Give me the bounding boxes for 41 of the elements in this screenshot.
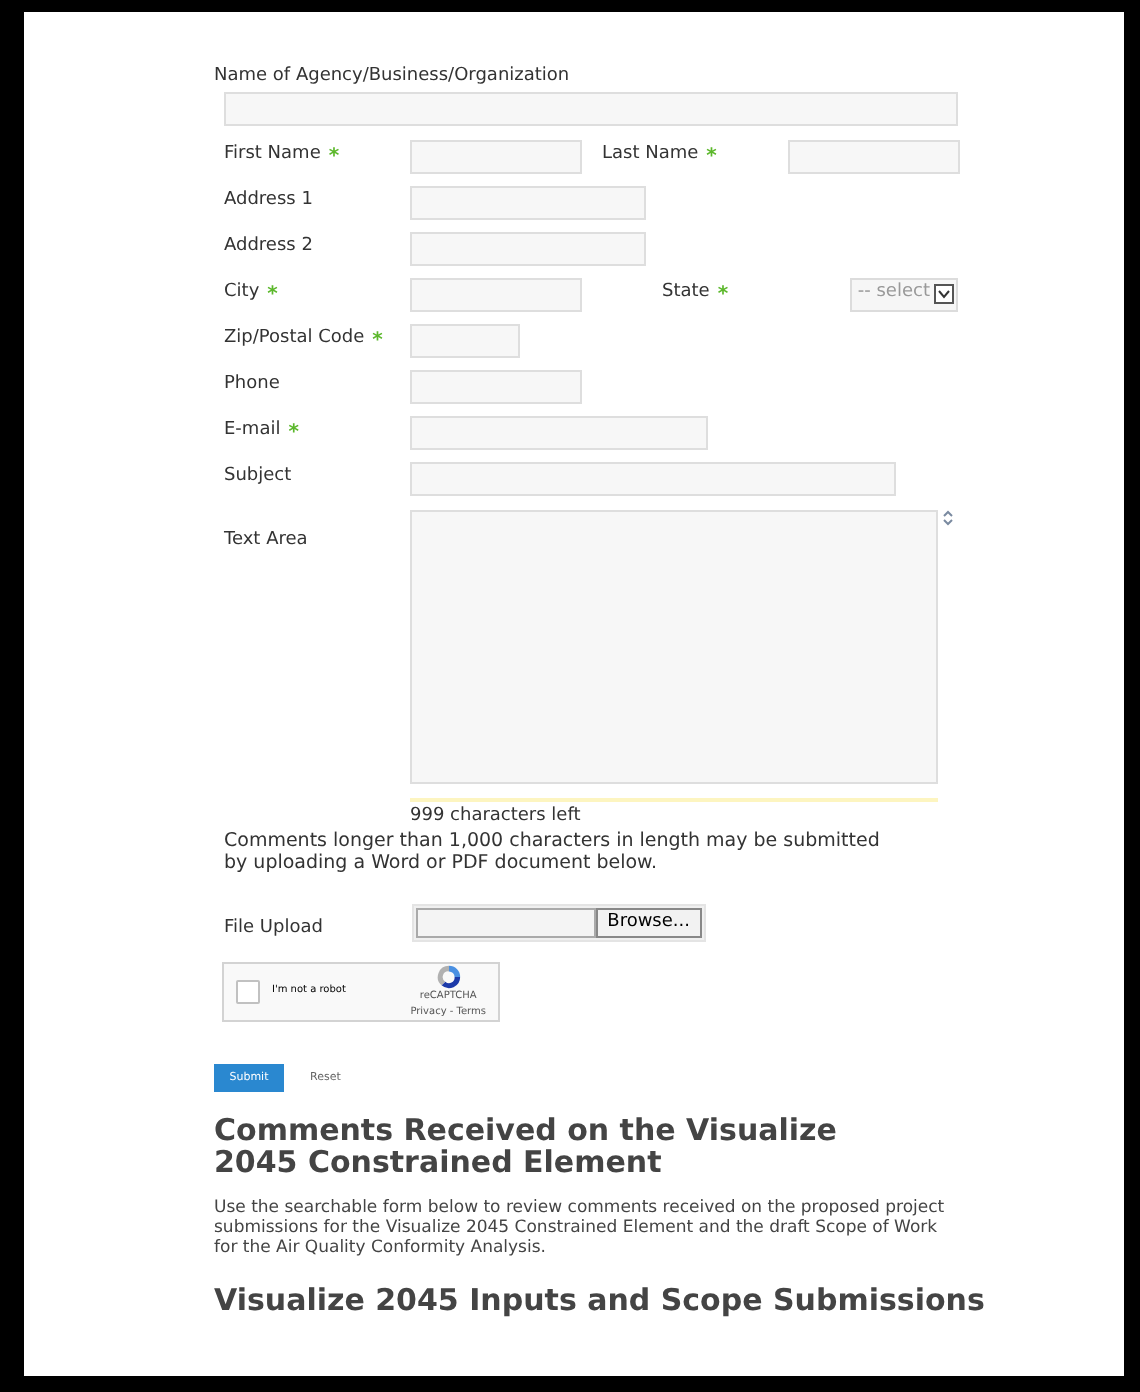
organization-field[interactable] bbox=[224, 91, 958, 125]
upload-note: Comments longer than 1,000 characters in length may be submitted by uploading a Word or PDF document below. bbox=[224, 830, 882, 874]
file-upload-field[interactable]: Browse... bbox=[412, 903, 706, 941]
text-field[interactable] bbox=[410, 231, 646, 265]
text-field[interactable] bbox=[410, 369, 582, 403]
field-label: State bbox=[662, 280, 710, 307]
recaptcha-logo-icon bbox=[435, 964, 462, 990]
required-mark: * bbox=[706, 143, 717, 171]
field-label: E-mail bbox=[224, 418, 281, 445]
field-label: Name of Agency/Business/Organization bbox=[214, 64, 572, 90]
text-field[interactable] bbox=[410, 277, 582, 311]
section-paragraph: Use the searchable form below to review comments received on the proposed project submissions for the Visualize 2045 Constrained Element and the draft Scope of Work for the Air Quality Conformity Analysis. bbox=[214, 1198, 947, 1258]
captcha-checkbox[interactable] bbox=[236, 980, 260, 1004]
character-counter: 999 characters left bbox=[410, 803, 583, 829]
section-heading: Visualize 2045 Inputs and Scope Submissions bbox=[214, 1282, 987, 1318]
resize-icon bbox=[942, 509, 954, 525]
required-mark: * bbox=[717, 281, 729, 309]
text-field[interactable] bbox=[410, 323, 520, 357]
field-label: Address 1 bbox=[224, 188, 313, 215]
field-label: Subject bbox=[224, 464, 292, 491]
field-label: Text Area bbox=[224, 529, 308, 549]
field-label: Phone bbox=[224, 372, 280, 399]
text-field[interactable] bbox=[788, 139, 960, 173]
text-field[interactable] bbox=[410, 415, 708, 449]
section-heading: Comments Received on the Visualize 2045 Constrained Element bbox=[214, 1114, 839, 1178]
required-mark: * bbox=[328, 143, 340, 171]
field-label: Address 2 bbox=[224, 234, 313, 261]
text-field[interactable] bbox=[410, 139, 582, 173]
field-label: First Name bbox=[224, 142, 321, 169]
field-label: File Upload bbox=[224, 918, 323, 938]
text-area[interactable] bbox=[410, 509, 938, 783]
required-mark: * bbox=[288, 419, 299, 447]
required-mark: * bbox=[372, 327, 383, 355]
text-field[interactable] bbox=[410, 461, 896, 495]
dropdown-arrow-icon bbox=[934, 284, 954, 304]
required-mark: * bbox=[267, 281, 278, 309]
field-label: Zip/Postal Code bbox=[224, 326, 365, 353]
field-label: City bbox=[224, 280, 260, 307]
field-label: Last Name bbox=[602, 142, 699, 169]
browse-button[interactable]: Browse... bbox=[595, 907, 702, 937]
text-field[interactable] bbox=[410, 185, 646, 219]
